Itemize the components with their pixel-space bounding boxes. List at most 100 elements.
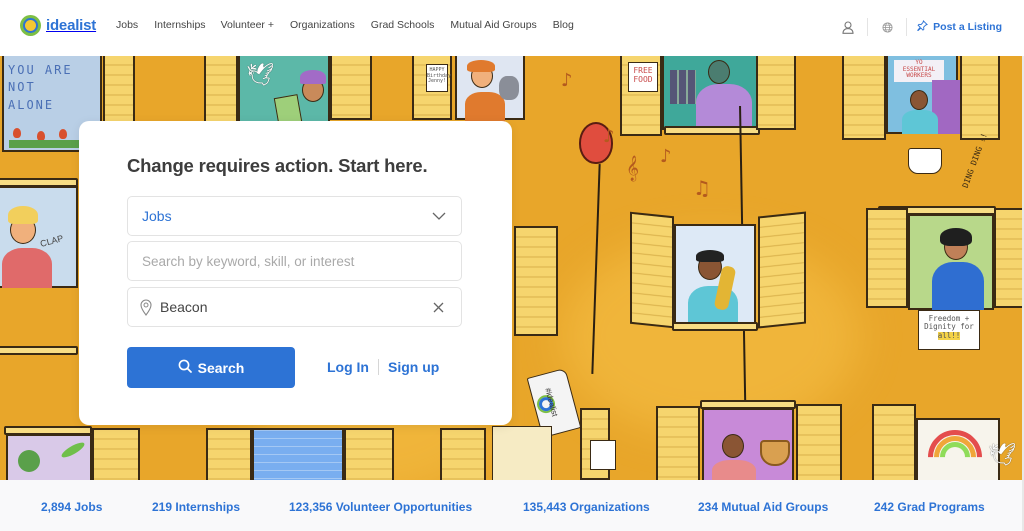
idealist-logo[interactable]: idealist: [20, 15, 96, 36]
ding-ding-text: DING DING !!: [960, 131, 990, 190]
auth-links: Log In Sign up: [327, 359, 439, 375]
shirt: [465, 92, 505, 122]
listing-type-value: Jobs: [142, 208, 172, 224]
listing-type-select[interactable]: Jobs: [127, 196, 462, 236]
person-head: [722, 434, 744, 458]
stat-mutual-aid-groups-link[interactable]: 234 Mutual Aid Groups: [698, 500, 828, 514]
music-note-icon: ♪: [603, 126, 615, 147]
cat: [499, 76, 519, 100]
pink-shirt: [712, 460, 756, 480]
teal-shirt: [902, 110, 938, 134]
not-alone-poster: YOU ARE NOT ALONE: [8, 63, 73, 112]
free-food-sign: FREE FOOD: [628, 62, 658, 92]
header-actions: Post a Listing: [833, 15, 1002, 39]
user-icon[interactable]: [833, 15, 863, 39]
window-sill: [672, 322, 758, 331]
music-note-icon: ♪: [561, 70, 573, 91]
stat-organizations-link[interactable]: 135,443 Organizations: [523, 500, 650, 514]
shutter: [994, 208, 1024, 308]
window-free-food: [662, 56, 758, 130]
window-curtain: [492, 426, 552, 480]
globe-icon[interactable]: [872, 15, 902, 39]
post-a-listing-button[interactable]: Post a Listing: [917, 20, 1002, 34]
top-nav-bar: idealist Jobs Internships Volunteer + Or…: [0, 0, 1024, 56]
essential-workers-sign: YO ESSENTIAL WORKERS: [894, 59, 944, 82]
music-note-icon: ♪: [660, 146, 672, 167]
knit-hat: [300, 70, 326, 84]
tulips: [9, 128, 79, 148]
location-field: [127, 287, 462, 327]
post-a-listing-label: Post a Listing: [933, 21, 1002, 33]
shutter: [514, 226, 558, 336]
window-sill: [0, 346, 78, 355]
chevron-down-icon: [431, 208, 447, 224]
pink-shirt: [2, 248, 52, 288]
window-clapping: CLAP: [0, 186, 78, 288]
dove-icon: 🕊: [246, 62, 274, 87]
nav-grad-schools[interactable]: Grad Schools: [371, 19, 435, 31]
shutter: [92, 428, 140, 480]
nav-mutual-aid-groups[interactable]: Mutual Aid Groups: [450, 19, 536, 31]
shutter: [756, 56, 796, 130]
dove-icon: 🕊: [988, 442, 1016, 467]
stat-volunteer-opportunities-link[interactable]: 123,356 Volunteer Opportunities: [289, 500, 472, 514]
logo-text: idealist: [46, 17, 97, 34]
stat-jobs-link[interactable]: 2,894 Jobs: [41, 500, 102, 514]
auth-divider: [378, 359, 379, 375]
shutter: [872, 404, 916, 480]
cooking-pot: [908, 148, 942, 174]
nurse-drawing: [590, 440, 616, 470]
search-card-title: Change requires action. Start here.: [127, 155, 428, 176]
freedom-sign: Freedom + Dignity for all!!: [918, 310, 980, 350]
hair: [467, 60, 495, 72]
window-blue-blinds: [252, 428, 344, 480]
search-icon: [178, 359, 192, 376]
location-input[interactable]: [160, 299, 431, 315]
header-divider: [867, 18, 869, 36]
search-button[interactable]: Search: [127, 347, 295, 388]
canned-goods: [670, 70, 696, 104]
pushpin-icon: [917, 20, 929, 34]
window-saxophone: [674, 224, 756, 328]
shutter: [344, 428, 394, 480]
dark-hair: [696, 250, 724, 262]
window-essential-workers: YO ESSENTIAL WORKERS: [886, 56, 960, 134]
dark-hair: [940, 228, 972, 246]
shutter: [866, 208, 908, 308]
location-pin-icon: [140, 298, 154, 316]
shutter: [796, 404, 842, 480]
keyword-search-input[interactable]: [142, 253, 442, 269]
nav-jobs[interactable]: Jobs: [116, 19, 138, 31]
search-card: Change requires action. Start here. Jobs…: [79, 121, 512, 425]
sign-up-link[interactable]: Sign up: [388, 359, 439, 375]
nav-organizations[interactable]: Organizations: [290, 19, 355, 31]
nav-blog[interactable]: Blog: [553, 19, 574, 31]
birthday-note: HAPPY Birthday Jenny!: [426, 64, 451, 92]
nav-internships[interactable]: Internships: [154, 19, 205, 31]
keyword-field: [127, 241, 462, 281]
window-sill: [664, 126, 760, 135]
shutter: [758, 211, 806, 329]
listing-stats-bar: 2,894 Jobs 219 Internships 123,356 Volun…: [0, 480, 1024, 531]
basket: [760, 440, 790, 466]
shutter: [440, 428, 486, 480]
music-note-icon: ♫: [693, 176, 711, 200]
main-nav: Jobs Internships Volunteer + Organizatio…: [116, 19, 590, 31]
blonde-hair: [8, 206, 38, 224]
window-plants: [6, 434, 92, 480]
log-in-link[interactable]: Log In: [327, 359, 369, 375]
idealist-logo-icon: [20, 15, 41, 36]
shutter: [656, 406, 700, 480]
search-button-label: Search: [197, 359, 245, 376]
window-cat: [455, 56, 525, 122]
shutter: [630, 211, 674, 329]
stat-internships-link[interactable]: 219 Internships: [152, 500, 240, 514]
nav-volunteer[interactable]: Volunteer +: [221, 19, 274, 31]
clear-location-icon[interactable]: [431, 300, 445, 314]
person-head: [910, 90, 928, 110]
header-divider: [906, 18, 908, 36]
treble-clef-icon: 𝄞: [626, 156, 640, 181]
purple-shirt: [696, 84, 752, 130]
stat-grad-programs-link[interactable]: 242 Grad Programs: [874, 500, 985, 514]
palm-leaf: [59, 440, 87, 460]
